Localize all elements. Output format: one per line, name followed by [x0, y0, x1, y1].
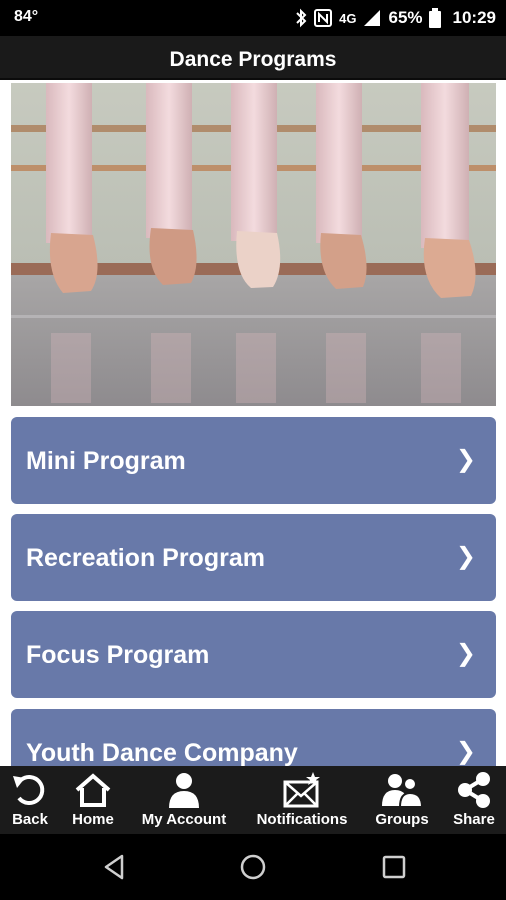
status-icons: 4G 65% 10:29 — [295, 6, 496, 30]
bottom-tab-bar: Back Home My Account Notifications Group… — [0, 766, 506, 834]
hero-image — [11, 83, 496, 406]
main-content[interactable]: Mini Program ❯ Recreation Program ❯ Focu… — [0, 80, 506, 766]
envelope-star-icon — [283, 772, 320, 808]
chevron-right-icon: ❯ — [455, 446, 476, 473]
menu-item-focus-program[interactable]: Focus Program ❯ — [11, 611, 496, 698]
tab-share[interactable]: Share — [444, 766, 504, 834]
menu-item-recreation-program[interactable]: Recreation Program ❯ — [11, 514, 496, 601]
menu-item-label: Recreation Program — [26, 544, 265, 572]
clock: 10:29 — [452, 8, 496, 27]
menu-item-youth-dance-company[interactable]: Youth Dance Company ❯ — [11, 709, 496, 766]
temperature-readout: 84° — [14, 8, 39, 25]
tab-back[interactable]: Back — [0, 766, 60, 834]
network-type: 4G — [339, 10, 357, 26]
nav-recents-icon[interactable] — [379, 852, 409, 882]
menu-item-label: Mini Program — [26, 447, 186, 475]
menu-item-label: Focus Program — [26, 641, 210, 669]
tab-groups[interactable]: Groups — [368, 766, 436, 834]
group-icon — [382, 774, 424, 808]
tab-my-account[interactable]: My Account — [132, 766, 236, 834]
page-title: Dance Programs — [169, 48, 337, 71]
tab-home[interactable]: Home — [62, 766, 124, 834]
menu-item-mini-program[interactable]: Mini Program ❯ — [11, 417, 496, 504]
chevron-right-icon: ❯ — [455, 543, 476, 570]
battery-icon — [428, 8, 441, 28]
nav-back-icon[interactable] — [100, 852, 130, 882]
nav-home-icon[interactable] — [238, 852, 268, 882]
home-icon — [75, 773, 111, 807]
person-icon — [169, 773, 199, 808]
app-header: Dance Programs — [0, 36, 506, 80]
chevron-right-icon: ❯ — [455, 640, 476, 667]
bluetooth-icon — [296, 8, 307, 28]
status-bar: 84° 4G 65% 10:29 — [0, 0, 506, 36]
chevron-right-icon: ❯ — [455, 738, 476, 765]
battery-percent: 65% — [388, 8, 423, 27]
signal-icon — [364, 10, 381, 26]
system-nav-bar — [0, 834, 506, 900]
menu-item-label: Youth Dance Company — [26, 739, 298, 766]
nfc-icon — [314, 9, 333, 27]
share-icon — [458, 772, 490, 808]
back-arrow-icon — [13, 775, 45, 806]
tab-notifications[interactable]: Notifications — [246, 766, 358, 834]
